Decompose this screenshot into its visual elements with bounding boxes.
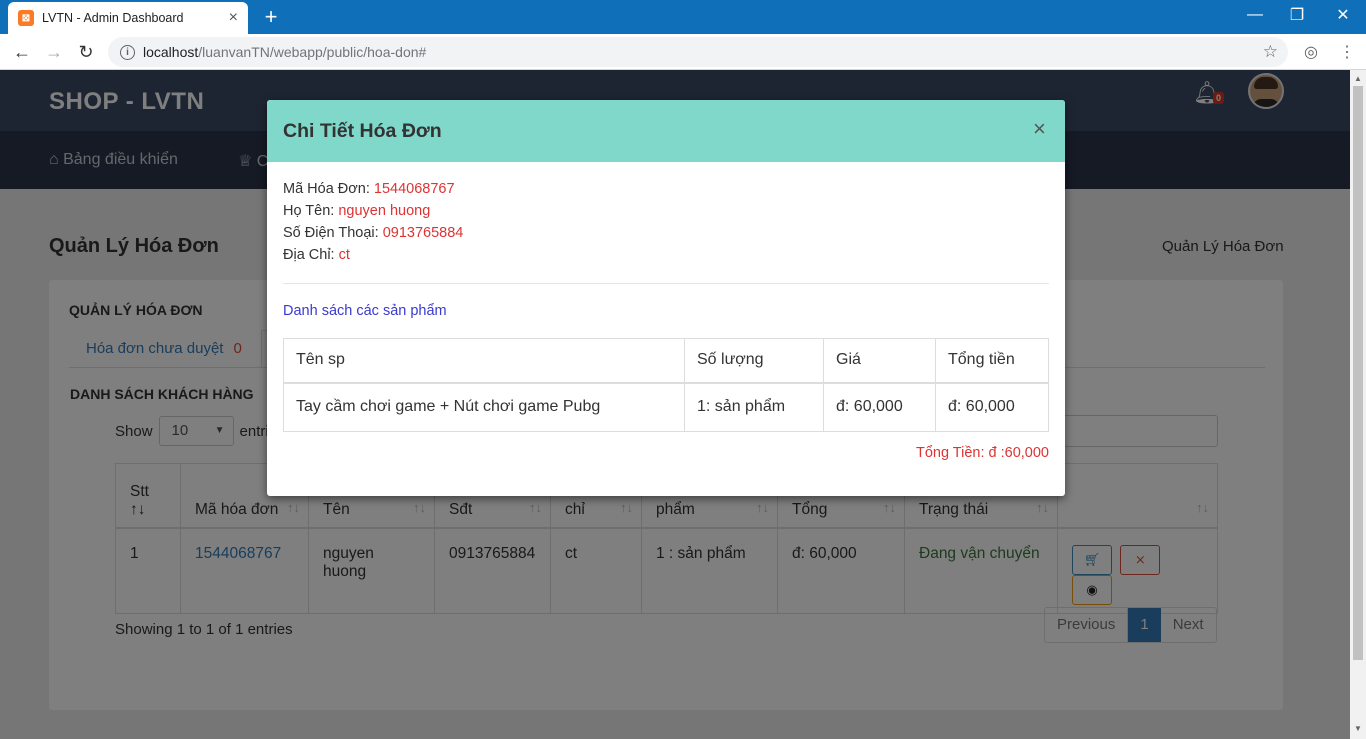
site-info-icon[interactable]: i [120, 44, 135, 60]
customer-name-label: Họ Tên: [283, 203, 339, 219]
scroll-up-icon[interactable]: ▲ [1354, 74, 1362, 83]
xampp-favicon-icon: ⊠ [18, 10, 34, 26]
minimize-icon[interactable]: — [1232, 0, 1278, 30]
address-bar: ← → ↻ i localhost /luanvanTN/webapp/publ… [0, 34, 1366, 70]
line-total-cell: đ: 60,000 [935, 382, 1049, 432]
col-line-total: Tổng tiền [935, 338, 1049, 384]
menu-icon[interactable]: ⋮ [1339, 42, 1355, 62]
price-cell: đ: 60,000 [823, 382, 936, 432]
quantity-cell: 1: sản phẩm [684, 382, 824, 432]
phone-row: Số Điện Thoại: 0913765884 [283, 225, 463, 241]
page-scrollbar[interactable]: ▲ ▼ [1350, 70, 1366, 739]
invoice-detail-modal: Chi Tiết Hóa Đơn × Mã Hóa Đơn: 154406876… [267, 100, 1065, 496]
phone-value: 0913765884 [382, 225, 464, 241]
forward-icon[interactable]: → [42, 40, 66, 64]
products-title: Danh sách các sản phẩm [283, 303, 447, 319]
invoice-id-label: Mã Hóa Đơn: [283, 181, 374, 197]
address-value: ct [338, 247, 350, 263]
modal-divider [283, 283, 1049, 284]
phone-label: Số Điện Thoại: [283, 225, 383, 241]
products-table: Tên sp Số lượng Giá Tổng tiền Tay cầm ch… [283, 338, 1049, 432]
address-row: Địa Chỉ: ct [283, 247, 350, 263]
new-tab-button[interactable]: + [260, 4, 282, 29]
bookmark-star-icon[interactable]: ☆ [1263, 42, 1278, 62]
customer-name-value: nguyen huong [338, 203, 431, 219]
url-path: /luanvanTN/webapp/public/hoa-don# [198, 44, 427, 60]
browser-tab-strip: ⊠ LVTN - Admin Dashboard × + — ❐ ✕ [0, 0, 1366, 34]
scrollbar-thumb[interactable] [1353, 86, 1363, 660]
browser-tab[interactable]: ⊠ LVTN - Admin Dashboard × [8, 2, 248, 34]
modal-header: Chi Tiết Hóa Đơn × [267, 100, 1065, 162]
table-row: Tay cầm chơi game + Nút chơi game Pubg 1… [283, 382, 1049, 432]
url-field[interactable]: i localhost /luanvanTN/webapp/public/hoa… [108, 37, 1288, 67]
invoice-id-value: 1544068767 [373, 181, 455, 197]
col-product-name: Tên sp [283, 338, 685, 384]
scroll-down-icon[interactable]: ▼ [1354, 724, 1362, 733]
incognito-icon[interactable]: ◎ [1304, 42, 1318, 62]
window-close-icon[interactable]: ✕ [1320, 0, 1366, 30]
col-quantity: Số lượng [684, 338, 824, 384]
modal-close-icon[interactable]: × [1033, 116, 1046, 142]
address-label: Địa Chỉ: [283, 247, 339, 263]
restore-icon[interactable]: ❐ [1274, 0, 1320, 30]
invoice-id-row: Mã Hóa Đơn: 1544068767 [283, 181, 455, 197]
customer-name-row: Họ Tên: nguyen huong [283, 203, 430, 219]
tab-close-icon[interactable]: × [229, 9, 238, 27]
url-host: localhost [143, 44, 199, 60]
product-name-cell: Tay cầm chơi game + Nút chơi game Pubg [283, 382, 685, 432]
reload-icon[interactable]: ↻ [74, 40, 98, 64]
col-price: Giá [823, 338, 936, 384]
grand-total: Tổng Tiền: đ :60,000 [915, 445, 1049, 461]
browser-tab-title: LVTN - Admin Dashboard [42, 11, 184, 25]
back-icon[interactable]: ← [10, 40, 34, 64]
modal-title: Chi Tiết Hóa Đơn [283, 120, 442, 142]
